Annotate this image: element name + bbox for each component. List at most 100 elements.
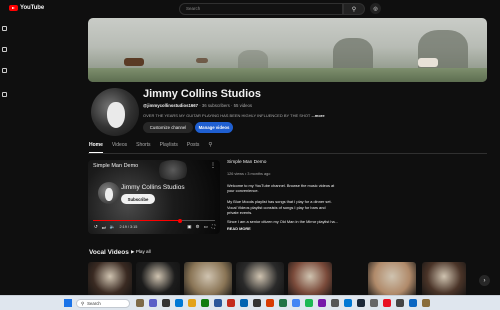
video-thumbnail[interactable] <box>88 262 132 298</box>
captions-icon[interactable]: ▣ <box>187 224 191 230</box>
more-options-icon[interactable]: ⋮ <box>210 162 216 169</box>
channel-search-icon[interactable]: ⚲ <box>208 141 212 153</box>
play-all-button[interactable]: ▶ Play all <box>131 249 151 255</box>
video-thumbnail[interactable] <box>422 262 466 298</box>
subscriptions-icon <box>1 68 7 73</box>
progress-fill <box>93 220 180 222</box>
app-icon[interactable] <box>318 299 326 307</box>
left-rail <box>0 18 8 300</box>
widget-icon[interactable] <box>136 299 144 307</box>
tab-playlists[interactable]: Playlists <box>160 141 178 153</box>
video-thumbnail[interactable] <box>368 262 416 298</box>
chevron-right-icon: › <box>483 277 486 284</box>
video-count: 55 videos <box>233 103 253 108</box>
guitar-image <box>107 102 125 128</box>
play-all-label: Play all <box>135 249 151 254</box>
progress-bar[interactable] <box>93 218 215 223</box>
featured-video-title[interactable]: Simple Man Demo <box>227 160 266 165</box>
app-icon[interactable] <box>383 299 391 307</box>
manage-videos-button[interactable]: Manage videos <box>195 122 233 133</box>
app-icon[interactable] <box>240 299 248 307</box>
tab-home[interactable]: Home <box>89 141 103 153</box>
rail-item-subscriptions[interactable] <box>0 68 8 74</box>
app-icon[interactable] <box>344 299 352 307</box>
video-thumbnail[interactable] <box>136 262 180 298</box>
featured-description-line: Since I am a senior citizen my Old Man i… <box>227 219 338 224</box>
app-icon[interactable] <box>253 299 261 307</box>
channel-avatar[interactable] <box>91 88 139 136</box>
app-icon[interactable] <box>214 299 222 307</box>
app-icon[interactable] <box>266 299 274 307</box>
next-icon[interactable]: ⏭ <box>102 225 106 230</box>
featured-description-line: private events. <box>227 210 253 215</box>
player-controls-right: ▣ ⚙ ▭ ⛶ <box>187 224 215 230</box>
video-thumbnail[interactable] <box>288 262 332 298</box>
tab-shorts[interactable]: Shorts <box>136 141 150 153</box>
mic-icon: ◎ <box>373 5 378 12</box>
read-more-link[interactable]: READ MORE <box>227 226 251 231</box>
search-icon: ⚲ <box>81 300 85 306</box>
featured-video-player[interactable]: Simple Man Demo ⋮ Jimmy Collins Studios … <box>88 160 220 234</box>
channel-banner <box>88 18 487 82</box>
fullscreen-icon[interactable]: ⛶ <box>212 224 215 230</box>
shorts-icon <box>1 47 7 52</box>
playback-time: 2:19 / 3:15 <box>119 225 138 229</box>
os-taskbar: ⚲ Search <box>0 295 500 310</box>
rail-item-home[interactable] <box>0 26 8 32</box>
search-button[interactable]: ⚲ <box>343 3 365 15</box>
shelf-next-button[interactable]: › <box>479 275 490 286</box>
app-icon[interactable] <box>175 299 183 307</box>
banner-field <box>88 68 487 82</box>
library-icon <box>1 92 7 97</box>
subscriber-count: 36 subscribers <box>201 103 230 108</box>
replay-icon[interactable]: ↺ <box>94 224 98 230</box>
app-icon[interactable] <box>422 299 430 307</box>
more-link[interactable]: ...more <box>311 113 324 118</box>
banner-horse <box>418 58 438 67</box>
app-icon[interactable] <box>370 299 378 307</box>
video-thumbnail[interactable] <box>184 262 232 298</box>
channel-name: Jimmy Collins Studios <box>143 88 261 100</box>
player-controls-left: ↺ ⏭ 🔈 2:19 / 3:15 <box>94 224 137 230</box>
search-icon: ⚲ <box>351 6 357 13</box>
volume-icon[interactable]: 🔈 <box>110 224 116 230</box>
file-explorer-icon[interactable] <box>188 299 196 307</box>
shelf-title[interactable]: Vocal Videos <box>89 249 129 256</box>
app-icon[interactable] <box>201 299 209 307</box>
steam-icon[interactable] <box>357 299 365 307</box>
app-icon[interactable] <box>162 299 170 307</box>
overlay-channel-avatar[interactable] <box>98 182 120 204</box>
app-icon[interactable] <box>331 299 339 307</box>
top-bar: YouTube Search ⚲ ◎ <box>0 0 500 18</box>
app-icon[interactable] <box>409 299 417 307</box>
channel-meta: @jimmycollinsstudios1667 · 36 subscriber… <box>143 103 252 108</box>
customize-channel-button[interactable]: Customize channel <box>143 122 193 133</box>
app-icon[interactable] <box>227 299 235 307</box>
miniplayer-icon[interactable]: ▭ <box>204 224 208 230</box>
channel-description[interactable]: OVER THE YEARS MY GUITAR PLAYING HAS BEE… <box>143 113 325 118</box>
app-icon[interactable] <box>279 299 287 307</box>
tab-videos[interactable]: Videos <box>112 141 127 153</box>
channel-handle: @jimmycollinsstudios1667 <box>143 103 199 108</box>
chrome-icon[interactable] <box>292 299 300 307</box>
overlay-channel-name[interactable]: Jimmy Collins Studios <box>121 184 185 191</box>
settings-icon[interactable]: ⚙ <box>196 224 200 230</box>
youtube-play-icon <box>9 5 18 11</box>
app-icon[interactable] <box>396 299 404 307</box>
tab-posts[interactable]: Posts <box>187 141 200 153</box>
video-thumbnail[interactable] <box>236 262 284 298</box>
scrubber-handle[interactable] <box>177 218 182 223</box>
app-icon[interactable] <box>149 299 157 307</box>
search-input[interactable]: Search <box>179 3 343 15</box>
voice-search-button[interactable]: ◎ <box>370 3 381 14</box>
subscribe-button[interactable]: Subscribe <box>121 194 155 204</box>
player-video-title[interactable]: Simple Man Demo <box>93 163 138 169</box>
youtube-logo[interactable]: YouTube <box>9 5 44 11</box>
rail-item-you[interactable] <box>0 92 8 98</box>
taskbar-search[interactable]: ⚲ Search <box>76 299 130 308</box>
app-icon[interactable] <box>305 299 313 307</box>
rail-item-shorts[interactable] <box>0 47 8 53</box>
home-icon <box>1 26 7 31</box>
start-button[interactable] <box>64 299 72 307</box>
tabs-divider <box>88 153 487 154</box>
